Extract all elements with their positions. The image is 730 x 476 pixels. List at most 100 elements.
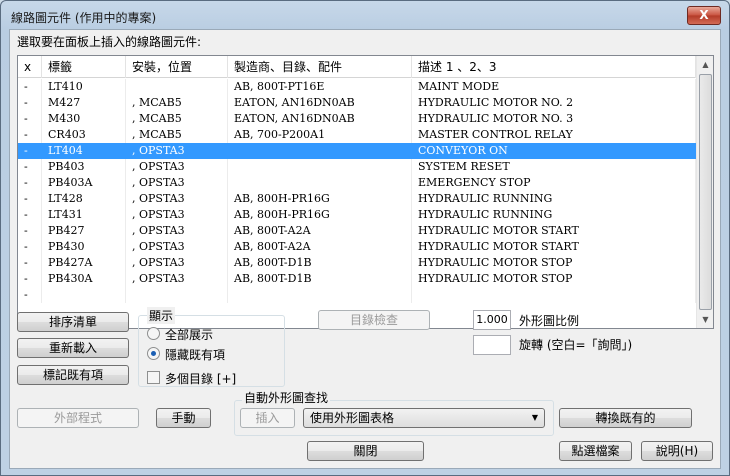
cell-manufacturer [228, 159, 412, 175]
table-row[interactable]: - PB403A, OPSTA3 EMERGENCY STOP [18, 175, 696, 191]
window-title: 線路圖元件 (作用中的專案) [11, 11, 157, 25]
show-all-label[interactable]: 全部展示 [165, 326, 213, 343]
table-row[interactable]: - CR403, MCAB5 AB, 700-P200A1 MASTER CONTRO… [18, 127, 696, 143]
scroll-thumb[interactable] [699, 74, 712, 310]
cell-installation: , OPSTA3 [126, 239, 228, 255]
cell-installation: , MCAB5 [126, 111, 228, 127]
cell-x: - [18, 239, 42, 255]
cell-manufacturer: AB, 800T-D1B [228, 255, 412, 271]
cell-installation: , MCAB5 [126, 127, 228, 143]
help-button[interactable]: 說明(H) [641, 441, 713, 461]
cell-installation: , OPSTA3 [126, 191, 228, 207]
display-group-label: 顯示 [147, 307, 176, 324]
component-table[interactable]: x 標籤 安裝，位置 製造商、目錄、配件 描述 1 、2、3 - LT410 AB,… [17, 55, 714, 329]
insert-button[interactable]: 插入 [240, 408, 295, 428]
title-bar[interactable]: 線路圖元件 (作用中的專案) X [1, 1, 729, 29]
table-scrollbar[interactable]: ▲ ▼ [696, 56, 713, 328]
table-row[interactable]: - PB427A, OPSTA3 AB, 800T-D1B HYDRAULIC MOT… [18, 255, 696, 271]
mark-existing-button[interactable]: 標記既有項 [17, 365, 129, 385]
scroll-up-icon[interactable]: ▲ [697, 56, 713, 73]
table-row[interactable]: - PB403, OPSTA3 SYSTEM RESET [18, 159, 696, 175]
cell-description: HYDRAULIC MOTOR NO. 2 [412, 95, 696, 111]
cell-description: SYSTEM RESET [412, 159, 696, 175]
cell-description: HYDRAULIC RUNNING [412, 207, 696, 223]
cell-description: HYDRAULIC MOTOR START [412, 223, 696, 239]
column-header-tag[interactable]: 標籤 [42, 56, 126, 78]
cell-x: - [18, 143, 42, 159]
column-header-x[interactable]: x [18, 56, 42, 78]
cell-x: - [18, 127, 42, 143]
column-header-installation[interactable]: 安裝，位置 [126, 56, 228, 78]
cell-manufacturer: EATON, AN16DN0AB [228, 111, 412, 127]
cell-manufacturer: AB, 700-P200A1 [228, 127, 412, 143]
cell-x: - [18, 207, 42, 223]
scroll-down-icon[interactable]: ▼ [697, 311, 713, 328]
table-row[interactable]: - LT410 AB, 800T-PT16E MAINT MODE [18, 79, 696, 95]
cell-manufacturer: EATON, AN16DN0AB [228, 95, 412, 111]
table-row[interactable]: - PB430A, OPSTA3 AB, 800T-D1B HYDRAULIC MOT… [18, 271, 696, 287]
hide-existing-label[interactable]: 隱藏既有項 [165, 346, 225, 363]
column-header-description[interactable]: 描述 1 、2、3 [412, 56, 696, 78]
cell-tag: LT404 [42, 143, 126, 159]
cell-x: - [18, 111, 42, 127]
cell-installation: , OPSTA3 [126, 175, 228, 191]
lookup-method-value: 使用外形圖表格 [310, 411, 395, 425]
close-window-button[interactable]: X [687, 6, 721, 25]
cell-manufacturer [228, 143, 412, 159]
close-button[interactable]: 關閉 [307, 441, 424, 461]
cell-installation [126, 79, 228, 95]
rotate-label: 旋轉 (空白=「詢問」) [519, 338, 633, 352]
reload-button[interactable]: 重新載入 [17, 338, 129, 358]
cell-installation: , OPSTA3 [126, 223, 228, 239]
cell-manufacturer: AB, 800T-PT16E [228, 79, 412, 95]
convert-existing-button[interactable]: 轉換既有的 [559, 408, 692, 428]
cell-tag [42, 287, 126, 303]
cell-tag: M430 [42, 111, 126, 127]
cell-description: MASTER CONTROL RELAY [412, 127, 696, 143]
show-all-radio[interactable] [147, 327, 160, 340]
column-header-manufacturer[interactable]: 製造商、目錄、配件 [228, 56, 412, 78]
cell-description: HYDRAULIC MOTOR START [412, 239, 696, 255]
table-body: - LT410 AB, 800T-PT16E MAINT MODE - M427, MCA… [18, 79, 696, 303]
sort-list-button[interactable]: 排序清單 [17, 312, 129, 332]
manual-button[interactable]: 手動 [156, 408, 211, 428]
lookup-method-select[interactable]: 使用外形圖表格 ▼ [303, 408, 545, 428]
table-row[interactable]: - LT428, OPSTA3 AB, 800H-PR16G HYDRAULIC RU… [18, 191, 696, 207]
cell-installation: , OPSTA3 [126, 271, 228, 287]
auto-lookup-label: 自動外形圖查找 [242, 389, 331, 406]
dialog-window: 線路圖元件 (作用中的專案) X 選取要在面板上插入的線路圖元件: x 標籤 安… [0, 0, 730, 476]
cell-tag: PB430A [42, 271, 126, 287]
cell-tag: M427 [42, 95, 126, 111]
external-program-button[interactable]: 外部程式 [17, 408, 139, 428]
prompt-label: 選取要在面板上插入的線路圖元件: [17, 35, 202, 49]
table-row[interactable]: - PB430, OPSTA3 AB, 800T-A2A HYDRAULIC MOTO… [18, 239, 696, 255]
cell-description: HYDRAULIC MOTOR NO. 3 [412, 111, 696, 127]
cell-x: - [18, 271, 42, 287]
table-row[interactable]: - PB427, OPSTA3 AB, 800T-A2A HYDRAULIC MOTO… [18, 223, 696, 239]
cell-tag: LT410 [42, 79, 126, 95]
table-row[interactable]: - LT431, OPSTA3 AB, 800H-PR16G HYDRAULIC RU… [18, 207, 696, 223]
hide-existing-radio[interactable] [147, 347, 160, 360]
multi-catalog-label[interactable]: 多個目錄 [+] [165, 370, 236, 387]
dialog-client: 選取要在面板上插入的線路圖元件: x 標籤 安裝，位置 製造商、目錄、配件 描述… [9, 29, 721, 469]
cell-description: EMERGENCY STOP [412, 175, 696, 191]
cell-x: - [18, 175, 42, 191]
rotate-input[interactable] [473, 335, 511, 355]
cell-manufacturer: AB, 800H-PR16G [228, 207, 412, 223]
chevron-down-icon: ▼ [531, 413, 538, 422]
table-row[interactable]: - M430, MCAB5 EATON, AN16DN0AB HYDRAULIC MO… [18, 111, 696, 127]
multi-catalog-checkbox[interactable] [147, 371, 160, 384]
cell-x: - [18, 191, 42, 207]
table-row[interactable]: - M427, MCAB5 EATON, AN16DN0AB HYDRAULIC MO… [18, 95, 696, 111]
cell-description: HYDRAULIC RUNNING [412, 191, 696, 207]
table-row[interactable]: - LT404, OPSTA3 CONVEYOR ON [18, 143, 696, 159]
catalog-check-button[interactable]: 目錄檢查 [318, 310, 430, 330]
scale-input[interactable]: 1.000 [473, 310, 511, 330]
pick-file-button[interactable]: 點選檔案 [559, 441, 632, 461]
cell-installation: , OPSTA3 [126, 159, 228, 175]
cell-description: HYDRAULIC MOTOR STOP [412, 255, 696, 271]
table-row[interactable]: - [18, 287, 696, 303]
cell-manufacturer: AB, 800H-PR16G [228, 191, 412, 207]
cell-manufacturer: AB, 800T-A2A [228, 223, 412, 239]
cell-x: - [18, 79, 42, 95]
